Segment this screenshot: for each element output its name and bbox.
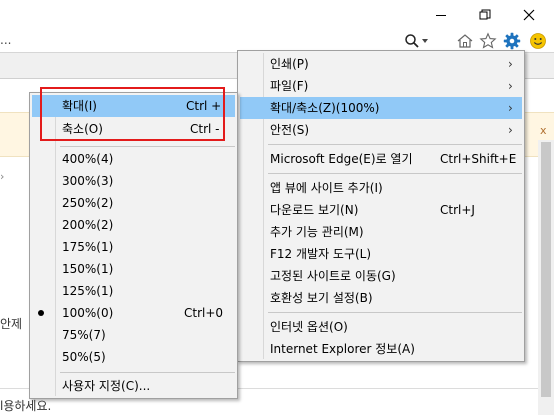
submenu-arrow-icon: › bbox=[508, 123, 513, 137]
menu-item-safety[interactable]: 안전(S) › bbox=[240, 119, 522, 141]
zoom-level-item[interactable]: 250%(2) bbox=[32, 192, 235, 214]
restore-icon[interactable] bbox=[470, 0, 500, 30]
submenu-arrow-icon: › bbox=[508, 79, 513, 93]
zoom-level-item[interactable]: 400%(4) bbox=[32, 148, 235, 170]
zoom-level-item[interactable]: 175%(1) bbox=[32, 236, 235, 258]
menu-item-add-to-app-view[interactable]: 앱 뷰에 사이트 추가(I) bbox=[240, 177, 522, 199]
menu-item-pinned-sites[interactable]: 고정된 사이트로 이동(G) bbox=[240, 265, 522, 287]
zoom-level-item-selected[interactable]: 100%(0) Ctrl+0 bbox=[32, 302, 235, 324]
highlight-callout-box bbox=[40, 87, 225, 141]
menu-item-file[interactable]: 파일(F) › bbox=[240, 75, 522, 97]
zoom-custom-item[interactable]: 사용자 지정(C)... bbox=[32, 375, 235, 397]
address-bar: ... bbox=[0, 30, 554, 52]
zoom-level-item[interactable]: 75%(7) bbox=[32, 324, 235, 346]
page-text-bottom: l용하세요. bbox=[0, 399, 52, 413]
chevron-down-icon bbox=[422, 39, 428, 43]
menu-item-internet-options[interactable]: 인터넷 옵션(O) bbox=[240, 316, 522, 338]
menu-item-dev-tools[interactable]: F12 개발자 도구(L) bbox=[240, 243, 522, 265]
radio-bullet-icon bbox=[38, 310, 44, 316]
zoom-level-item[interactable]: 150%(1) bbox=[32, 258, 235, 280]
menu-item-view-downloads[interactable]: 다운로드 보기(N) Ctrl+J bbox=[240, 199, 522, 221]
tools-menu: 인쇄(P) › 파일(F) › 확대/축소(Z)(100%) › 안전(S) ›… bbox=[237, 50, 525, 362]
star-icon[interactable] bbox=[477, 30, 499, 52]
zoom-level-item[interactable]: 50%(5) bbox=[32, 346, 235, 368]
menu-item-manage-addons[interactable]: 추가 기능 관리(M) bbox=[240, 221, 522, 243]
address-search-button[interactable] bbox=[404, 32, 440, 50]
smiley-icon[interactable] bbox=[527, 30, 549, 52]
address-input[interactable]: ... bbox=[0, 33, 11, 47]
page-scrollbar-thumb[interactable] bbox=[541, 142, 551, 397]
menu-item-open-in-edge[interactable]: Microsoft Edge(E)로 열기 Ctrl+Shift+E bbox=[240, 148, 522, 170]
menu-separator bbox=[60, 146, 235, 147]
page-nav-marker: › bbox=[0, 170, 5, 183]
zoom-level-item[interactable]: 125%(1) bbox=[32, 280, 235, 302]
menu-separator bbox=[268, 144, 522, 145]
zoom-level-item[interactable]: 200%(2) bbox=[32, 214, 235, 236]
title-bar bbox=[0, 0, 554, 30]
gear-icon[interactable] bbox=[501, 30, 523, 52]
menu-item-print[interactable]: 인쇄(P) › bbox=[240, 53, 522, 75]
menu-item-zoom[interactable]: 확대/축소(Z)(100%) › bbox=[240, 97, 522, 119]
menu-item-compat-view[interactable]: 호환성 보기 설정(B) bbox=[240, 287, 522, 309]
notice-close-icon[interactable]: x bbox=[540, 124, 547, 137]
zoom-level-item[interactable]: 300%(3) bbox=[32, 170, 235, 192]
submenu-arrow-icon: › bbox=[508, 101, 513, 115]
submenu-arrow-icon: › bbox=[508, 57, 513, 71]
menu-separator bbox=[60, 372, 235, 373]
home-icon[interactable] bbox=[454, 30, 476, 52]
menu-separator bbox=[268, 173, 522, 174]
page-text-fragment: 안제 bbox=[0, 317, 23, 331]
menu-separator bbox=[268, 312, 522, 313]
search-icon bbox=[405, 34, 419, 48]
close-icon[interactable] bbox=[514, 0, 544, 30]
menu-item-about-ie[interactable]: Internet Explorer 정보(A) bbox=[240, 338, 522, 360]
minimize-icon[interactable] bbox=[426, 0, 456, 30]
